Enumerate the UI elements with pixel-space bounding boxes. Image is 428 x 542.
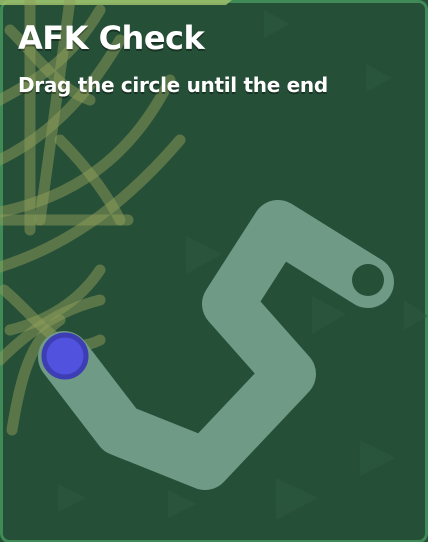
dialog-title: AFK Check — [18, 19, 205, 57]
dialog-instruction: Drag the circle until the end — [18, 73, 328, 97]
drag-circle-handle[interactable] — [41, 332, 89, 380]
end-target-circle — [352, 264, 384, 296]
afk-check-dialog: AFK Check Drag the circle until the end — [0, 0, 428, 542]
